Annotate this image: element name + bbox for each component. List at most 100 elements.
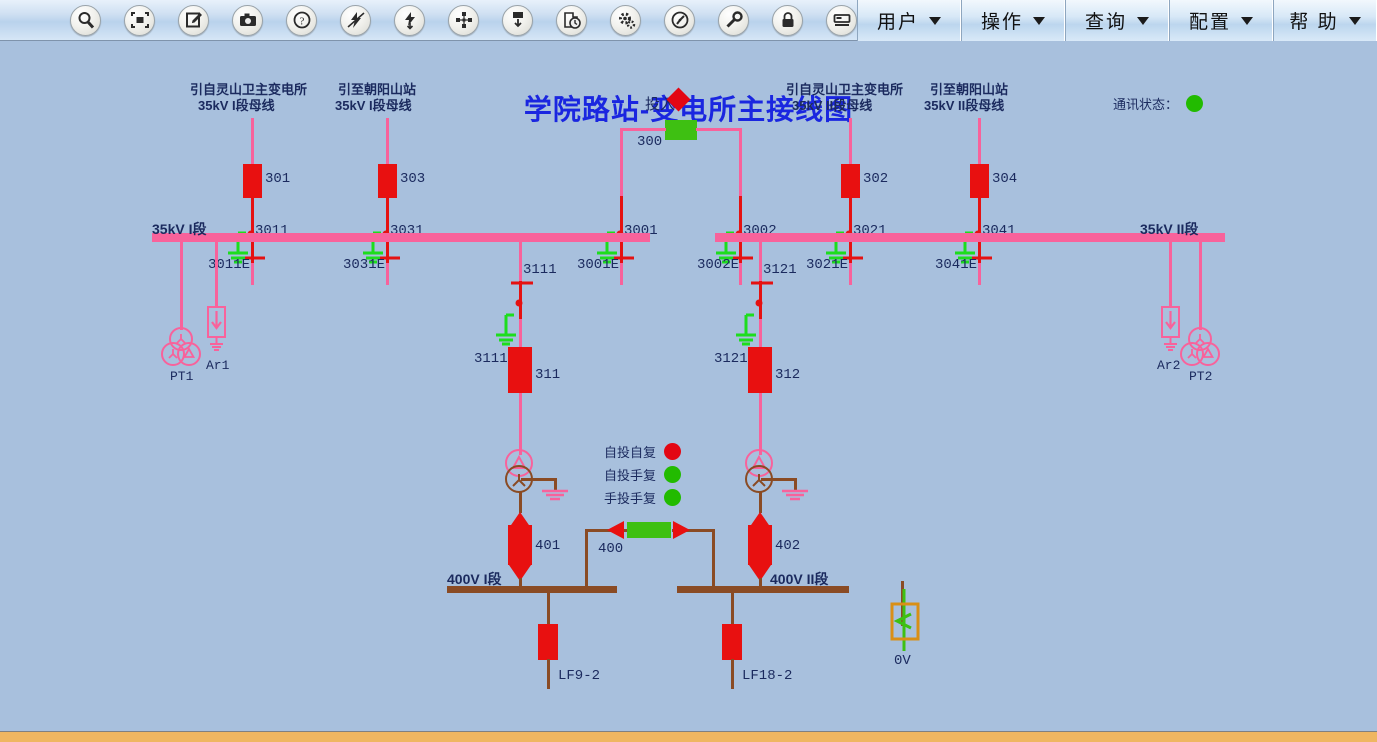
comm-status-indicator: [1186, 95, 1204, 112]
menu-item-query[interactable]: 查询: [1065, 0, 1169, 41]
conductor-lf9-2-bottom: [547, 659, 550, 689]
bus-35kv-section-2-label: 35kV II段: [1140, 221, 1199, 237]
menu-item-config[interactable]: 配置: [1169, 0, 1273, 41]
ar2-symbol[interactable]: [1156, 305, 1186, 357]
conductor-lf18-2-top: [731, 589, 734, 627]
auto-state-3-indicator: [664, 489, 682, 506]
conductor-3111-bottom: [519, 319, 522, 349]
breaker-304-label: 304: [992, 171, 1018, 187]
incomer-304-caption-line2: 35kV II段母线: [924, 98, 1005, 113]
menu-item-help[interactable]: 帮 助: [1273, 0, 1377, 41]
edit-icon[interactable]: [178, 4, 209, 36]
feeder-lf9-2-label: LF9-2: [558, 668, 601, 684]
conductor-ar2: [1169, 242, 1172, 307]
lightning-down-icon[interactable]: [394, 4, 425, 36]
breaker-401[interactable]: [508, 525, 532, 565]
pt2-label: PT2: [1189, 369, 1213, 384]
conductor-3001-bottom: [620, 263, 623, 285]
menu-item-user[interactable]: 用户: [857, 0, 961, 41]
camera-icon[interactable]: [232, 4, 263, 36]
breaker-402[interactable]: [748, 525, 772, 565]
bus-35kv-section-1-label: 35kV I段: [152, 221, 207, 237]
auto-state-2-indicator: [664, 466, 682, 483]
earth-switch-3001E-label: 3001E: [577, 257, 620, 273]
bus-tie-300-label: 300: [637, 134, 663, 150]
bus-400v-section-1-label: 400V I段: [447, 571, 502, 587]
fault-wave-icon[interactable]: [340, 4, 371, 36]
fit-screen-icon[interactable]: [124, 4, 155, 36]
breaker-lf18-2[interactable]: [722, 624, 742, 660]
device-terminal-icon[interactable]: [826, 4, 857, 36]
auto-state-1-label: 自投自复: [604, 445, 657, 460]
breaker-304[interactable]: [970, 164, 989, 198]
breaker-303-label: 303: [400, 171, 426, 187]
conductor-303-top: [386, 118, 389, 166]
breaker-312[interactable]: [748, 347, 772, 393]
earth-switch-3031E-label: 3031E: [343, 257, 386, 273]
conductor-ar1: [215, 242, 218, 307]
menu-item-operation-label: 操作: [980, 12, 1023, 33]
bus-tie-300-right-arm: [696, 128, 742, 131]
transformer-1-symbol[interactable]: [497, 447, 543, 497]
earth-switch-3021E-label: 3021E: [806, 257, 849, 273]
chevron-down-icon: [1137, 16, 1149, 25]
transformer-1-ground-symbol: [542, 489, 568, 501]
menu-item-user-label: 用户: [876, 12, 919, 33]
breaker-lf9-2[interactable]: [538, 624, 558, 660]
transformer-2-neutral-arm: [761, 478, 797, 481]
conductor-302-bottom: [849, 263, 852, 285]
bus-tie-400-label: 400: [598, 541, 624, 557]
conductor-401-top: [519, 491, 522, 513]
conductor-304-top: [978, 118, 981, 166]
conductor-pt2: [1199, 242, 1202, 330]
help-circle-icon[interactable]: ?: [286, 4, 317, 36]
grounding-0v-symbol[interactable]: [885, 589, 925, 659]
chevron-down-icon: [1241, 16, 1253, 25]
transformer-2-ground-symbol: [782, 489, 808, 501]
comm-status: 通讯状态：: [1113, 94, 1204, 113]
print-network-icon[interactable]: [502, 4, 533, 36]
conductor-302-top: [849, 118, 852, 166]
breaker-301[interactable]: [243, 164, 262, 198]
transformer-2-symbol[interactable]: [737, 447, 783, 497]
menu-item-config-label: 配置: [1188, 12, 1231, 33]
feeder-lf18-2-label: LF18-2: [742, 668, 793, 684]
network-node-icon[interactable]: [448, 4, 479, 36]
wrench-key-icon[interactable]: [718, 4, 749, 36]
transformer-1-neutral-arm: [521, 478, 557, 481]
bus-tie-400-right-drop: [712, 529, 715, 587]
conductor-312-down: [759, 393, 762, 455]
single-line-diagram-canvas[interactable]: 学院路站-变电所主接线图 通讯状态： 引自灵山卫主变电所 35kV I段母线 引…: [0, 41, 1377, 731]
bus-tie-300-left-arm: [620, 128, 666, 131]
breaker-401-label: 401: [535, 538, 561, 554]
history-clock-icon[interactable]: [556, 4, 587, 36]
breaker-303[interactable]: [378, 164, 397, 198]
bus-35kv-section-1[interactable]: [152, 233, 650, 242]
conductor-311-down: [519, 393, 522, 455]
breaker-312-label: 312: [775, 367, 801, 383]
gear-settings-icon[interactable]: [610, 4, 641, 36]
conductor-303-bottom: [386, 263, 389, 285]
auto-state-1-indicator: [664, 443, 682, 460]
breaker-302[interactable]: [841, 164, 860, 198]
conductor-301-bottom: [251, 263, 254, 285]
bus-tie-300-device[interactable]: [665, 120, 697, 140]
lock-icon[interactable]: [772, 4, 803, 36]
chevron-down-icon: [929, 16, 941, 25]
bus-tie-300-left-drop: [620, 128, 623, 200]
menu-item-operation[interactable]: 操作: [961, 0, 1065, 41]
menu-item-query-label: 查询: [1084, 12, 1127, 33]
bus-tie-400-device[interactable]: [627, 522, 671, 538]
auto-state-3-label: 手投手复: [604, 491, 657, 506]
ar2-label: Ar2: [1157, 358, 1181, 373]
conductor-3121-bottom: [759, 319, 762, 349]
earth-switch-3002E-label: 3002E: [697, 257, 740, 273]
gauge-meter-icon[interactable]: [664, 4, 695, 36]
auto-state-row-1: 自投自复: [604, 442, 682, 461]
breaker-311-label: 311: [535, 367, 561, 383]
ar1-symbol[interactable]: [202, 305, 232, 357]
search-icon[interactable]: [70, 4, 101, 36]
breaker-311[interactable]: [508, 347, 532, 393]
conductor-pt1: [180, 242, 183, 330]
menu-item-help-label: 帮 助: [1289, 12, 1339, 33]
